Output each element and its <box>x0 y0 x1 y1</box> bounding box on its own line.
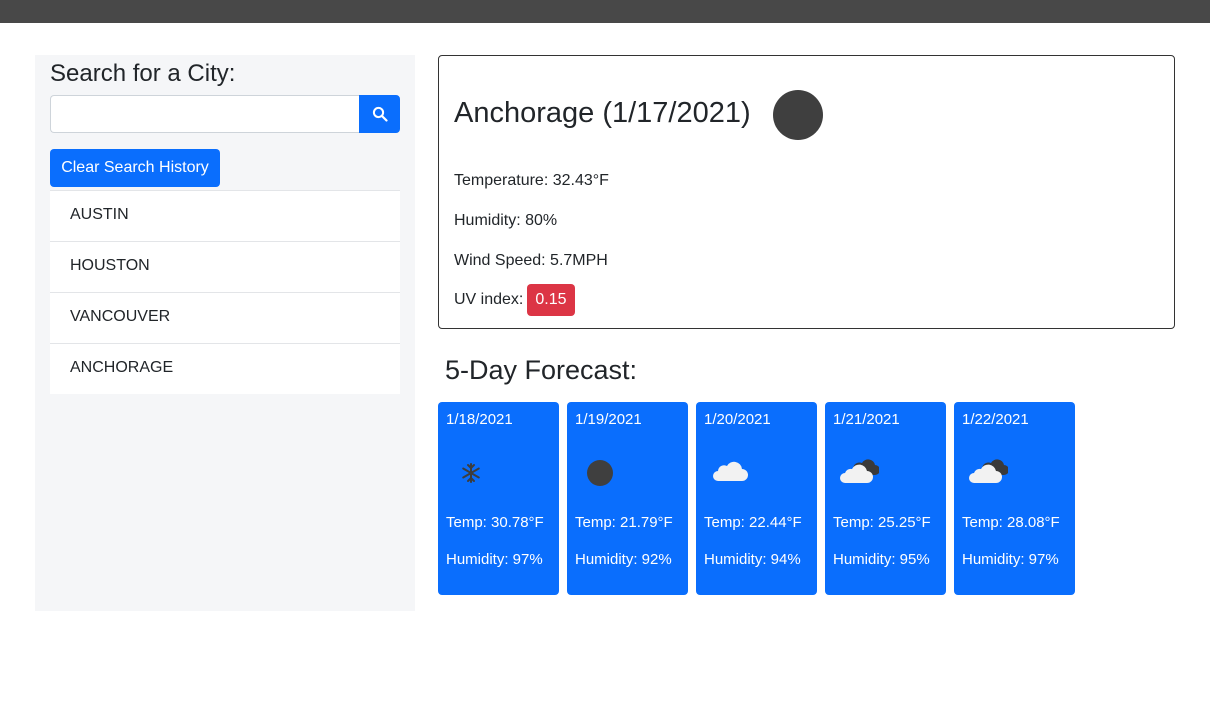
uv-index-row: UV index: 0.15 <box>454 284 575 316</box>
city-search-input[interactable] <box>50 95 360 133</box>
forecast-row: 1/18/2021 Temp: 30.78°F Humidity: 97% 1/… <box>438 402 1075 595</box>
dark-circle-icon <box>587 460 613 486</box>
current-weather-card: Anchorage (1/17/2021) Temperature: 32.43… <box>438 55 1175 329</box>
forecast-humidity: Humidity: 97% <box>446 551 543 568</box>
snow-icon <box>462 463 480 483</box>
clear-history-button[interactable]: Clear Search History <box>50 149 220 187</box>
forecast-temp: Temp: 25.25°F <box>833 514 931 531</box>
search-title: Search for a City: <box>50 60 236 87</box>
history-item-vancouver[interactable]: VANCOUVER <box>50 292 400 343</box>
forecast-temp: Temp: 28.08°F <box>962 514 1060 531</box>
forecast-card: 1/21/2021 Temp: 25.25°F Humidity: 95% <box>825 402 946 595</box>
history-item-houston[interactable]: HOUSTON <box>50 241 400 292</box>
forecast-title: 5-Day Forecast: <box>445 355 638 385</box>
forecast-date: 1/20/2021 <box>704 411 771 428</box>
history-item-anchorage[interactable]: ANCHORAGE <box>50 343 400 394</box>
cloud-dark-icon <box>969 459 1008 483</box>
forecast-humidity: Humidity: 95% <box>833 551 930 568</box>
humidity-text: Humidity: 80% <box>454 212 558 229</box>
history-item-austin[interactable]: AUSTIN <box>50 190 400 241</box>
forecast-card: 1/20/2021 Temp: 22.44°F Humidity: 94% <box>696 402 817 595</box>
search-history-list: AUSTIN HOUSTON VANCOUVER ANCHORAGE <box>50 190 400 394</box>
forecast-humidity: Humidity: 97% <box>962 551 1059 568</box>
cloud-dark-icon <box>840 459 879 483</box>
forecast-temp: Temp: 22.44°F <box>704 514 802 531</box>
forecast-date: 1/19/2021 <box>575 411 642 428</box>
moon-dark-icon <box>773 90 823 140</box>
forecast-date: 1/22/2021 <box>962 411 1029 428</box>
forecast-card: 1/19/2021 Temp: 21.79°F Humidity: 92% <box>567 402 688 595</box>
wind-speed-text: Wind Speed: 5.7MPH <box>454 252 608 269</box>
search-icon <box>372 106 388 122</box>
top-bar <box>0 0 1210 23</box>
uv-badge: 0.15 <box>527 284 575 316</box>
search-button[interactable] <box>359 95 400 133</box>
cloud-icon <box>713 461 748 481</box>
uv-label: UV index: <box>454 291 524 309</box>
city-title: Anchorage (1/17/2021) <box>454 97 751 129</box>
forecast-card: 1/18/2021 Temp: 30.78°F Humidity: 97% <box>438 402 559 595</box>
forecast-temp: Temp: 21.79°F <box>575 514 673 531</box>
forecast-temp: Temp: 30.78°F <box>446 514 544 531</box>
forecast-card: 1/22/2021 Temp: 28.08°F Humidity: 97% <box>954 402 1075 595</box>
forecast-date: 1/21/2021 <box>833 411 900 428</box>
search-sidebar: Search for a City: Clear Search History … <box>35 55 415 611</box>
forecast-date: 1/18/2021 <box>446 411 513 428</box>
forecast-humidity: Humidity: 92% <box>575 551 672 568</box>
temperature-text: Temperature: 32.43°F <box>454 172 609 189</box>
forecast-humidity: Humidity: 94% <box>704 551 801 568</box>
